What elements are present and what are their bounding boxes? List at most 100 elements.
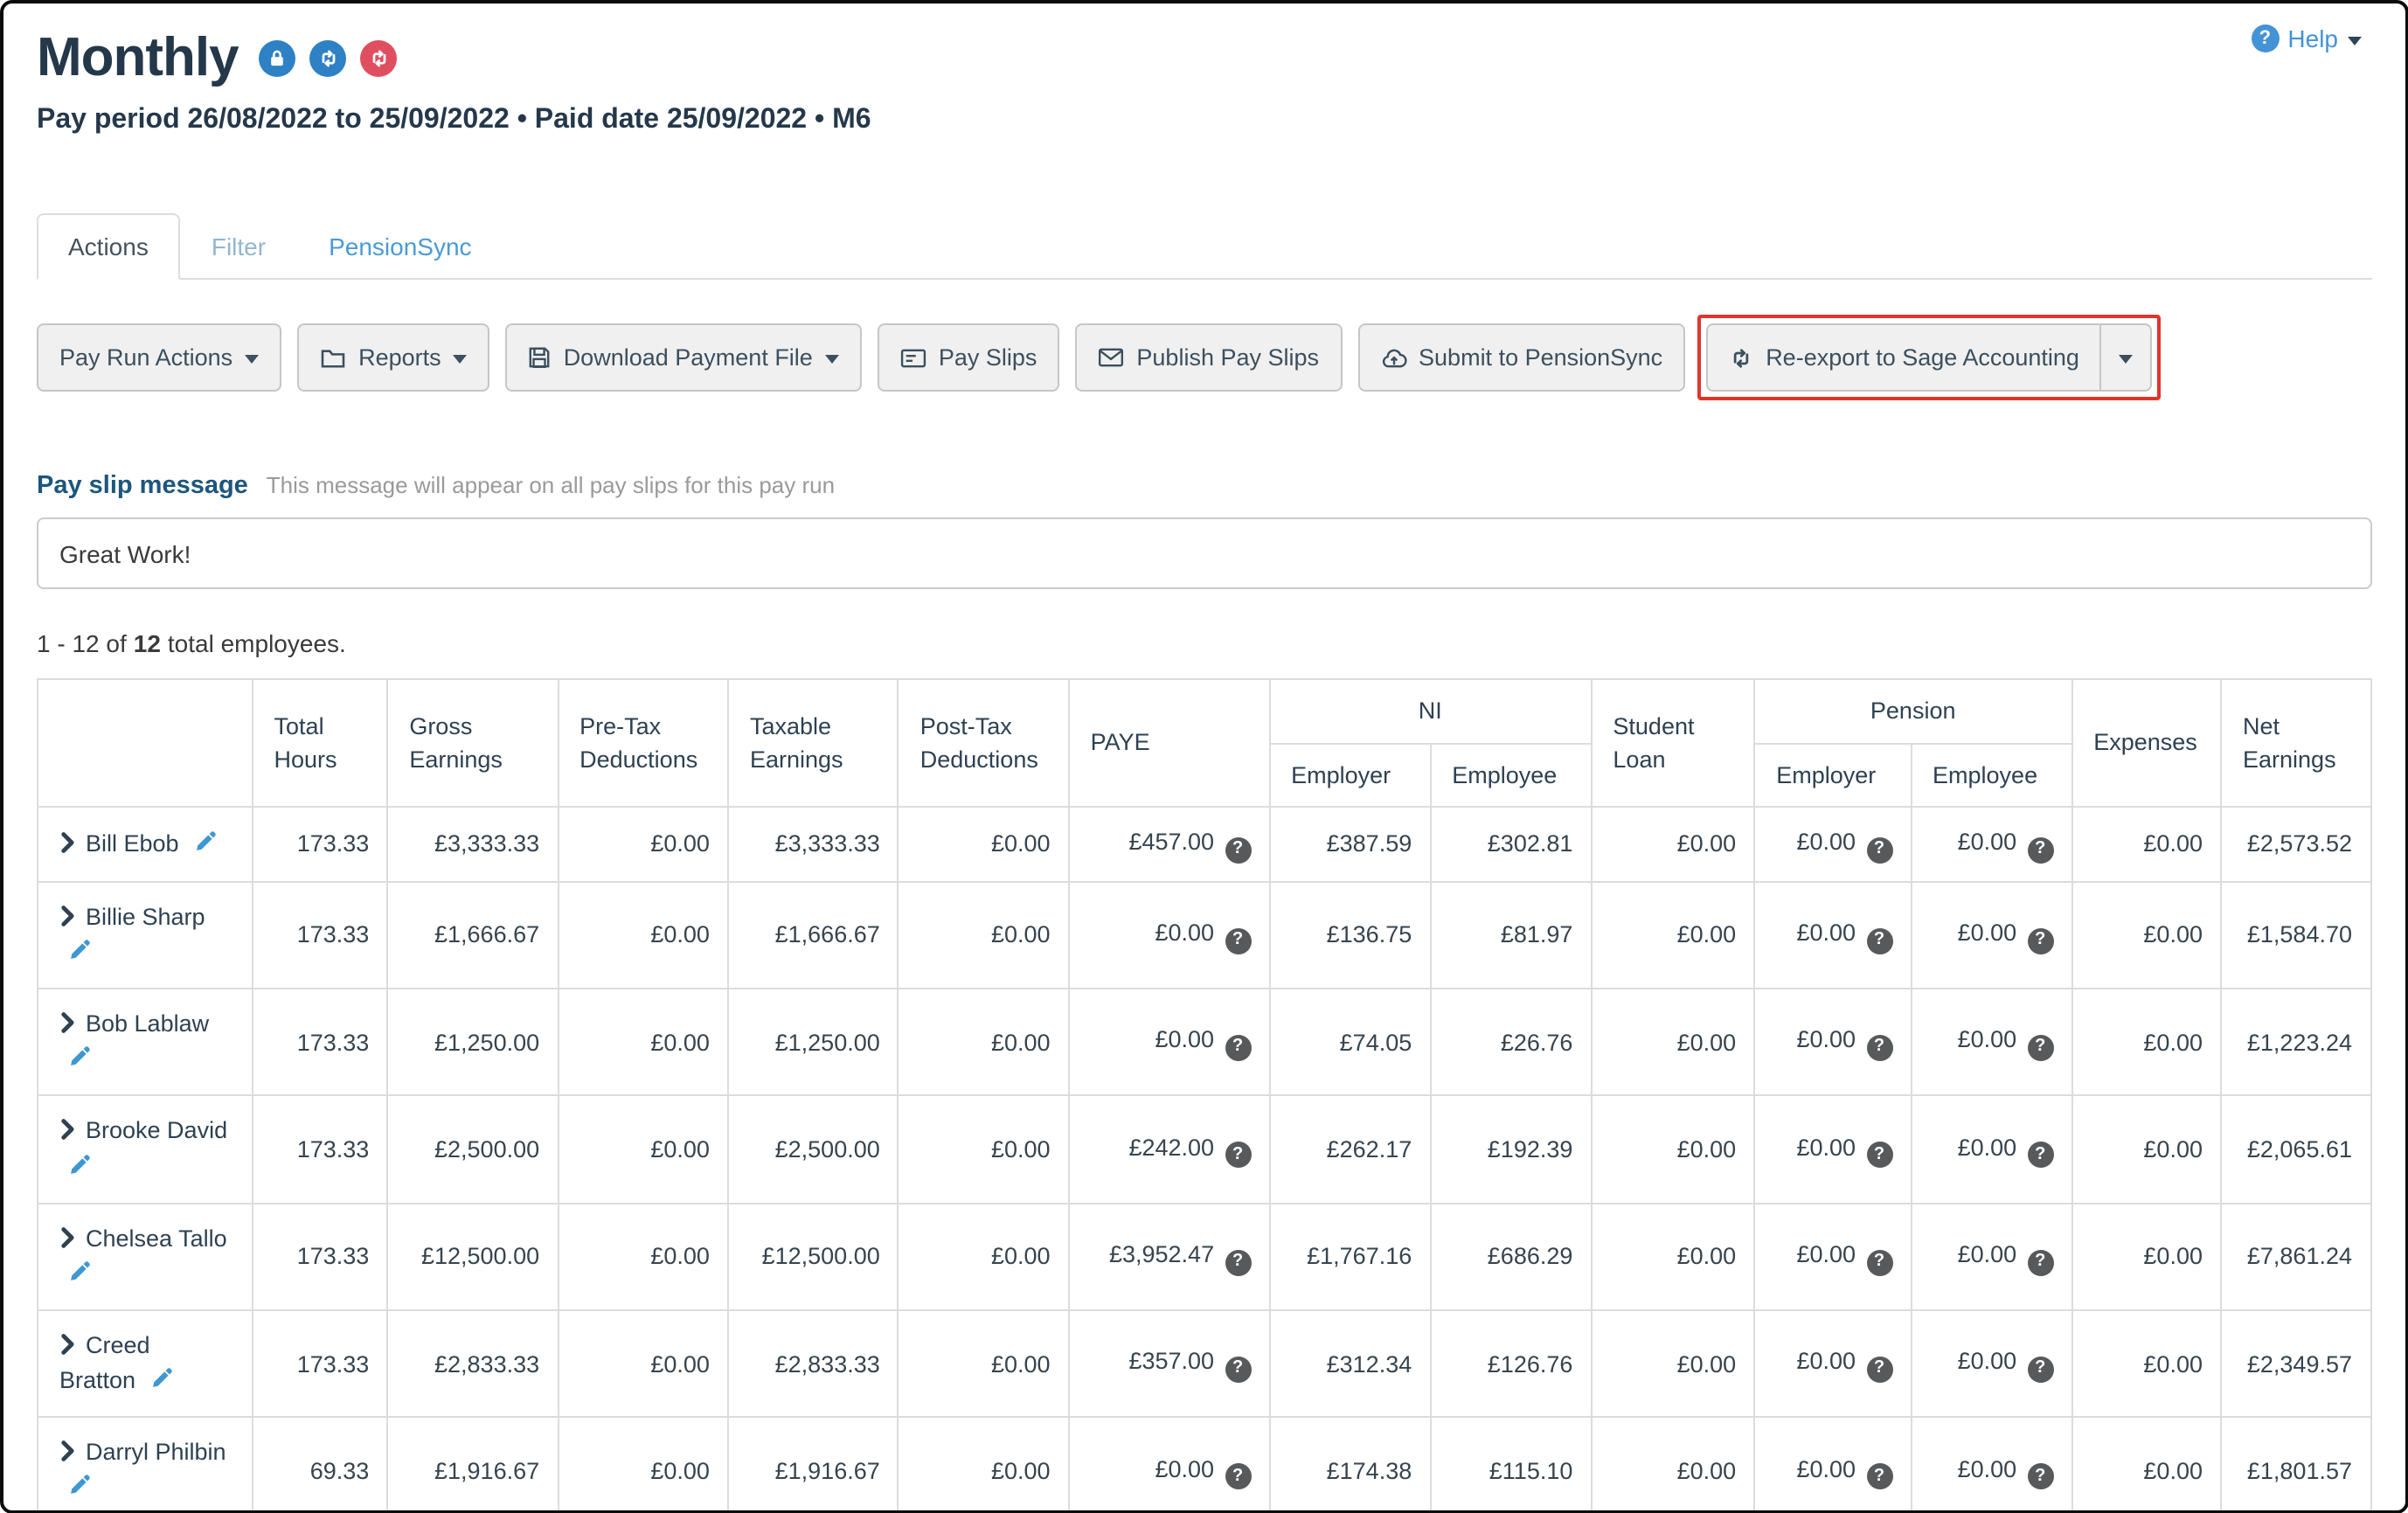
- employee-name-cell: Brooke David: [38, 1096, 253, 1204]
- chevron-down-icon: [245, 355, 259, 364]
- employee-name-cell: Bob Lablaw: [38, 989, 253, 1096]
- cell-value: £1,767.16: [1307, 1243, 1412, 1269]
- cell-pension-employer: £0.00?: [1754, 807, 1911, 881]
- edit-pencil-icon[interactable]: [194, 829, 217, 862]
- tooltip-question-icon[interactable]: ?: [1225, 1357, 1251, 1383]
- tooltip-question-icon[interactable]: ?: [1225, 1142, 1251, 1169]
- employee-name[interactable]: Billie Sharp: [86, 903, 205, 929]
- cell-ni-employee: £686.29: [1430, 1203, 1591, 1310]
- tooltip-question-icon[interactable]: ?: [1225, 1035, 1251, 1061]
- cell-pension-employee: £0.00?: [1911, 881, 2071, 989]
- cell-pension-employer: £0.00?: [1754, 1418, 1911, 1513]
- cell-value: £0.00: [1796, 1241, 1856, 1267]
- edit-pencil-icon[interactable]: [68, 937, 91, 970]
- cell-student-loan: £0.00: [1591, 989, 1754, 1096]
- expand-chevron-icon[interactable]: [59, 829, 75, 862]
- expand-chevron-icon[interactable]: [59, 901, 75, 934]
- tooltip-question-icon[interactable]: ?: [2027, 927, 2053, 954]
- expand-chevron-icon[interactable]: [59, 1438, 75, 1471]
- cell-expenses: £0.00: [2071, 989, 2221, 1096]
- tooltip-question-icon[interactable]: ?: [1866, 1142, 1892, 1169]
- publish-pay-slips-button[interactable]: Publish Pay Slips: [1075, 323, 1342, 392]
- expand-chevron-icon[interactable]: [59, 1330, 75, 1364]
- cell-value: £387.59: [1327, 831, 1412, 857]
- col-header-post-tax-deductions: Post-Tax Deductions: [899, 679, 1069, 807]
- cell-pension-employee: £0.00?: [1911, 1310, 2071, 1418]
- tooltip-question-icon[interactable]: ?: [1866, 1249, 1892, 1275]
- edit-pencil-icon[interactable]: [68, 1259, 91, 1292]
- cell-value: £0.00: [1677, 1458, 1737, 1484]
- tooltip-question-icon[interactable]: ?: [1866, 927, 1892, 954]
- pay-slips-button[interactable]: Pay Slips: [878, 323, 1060, 392]
- reexport-sage-label: Re-export to Sage Accounting: [1766, 344, 2079, 371]
- chevron-down-icon: [2347, 36, 2361, 45]
- expand-chevron-icon[interactable]: [59, 1223, 75, 1256]
- tooltip-question-icon[interactable]: ?: [2027, 1357, 2053, 1383]
- cell-student-loan: £0.00: [1591, 881, 1754, 989]
- tooltip-question-icon[interactable]: ?: [2027, 1463, 2053, 1489]
- cell-ni-employee: £126.76: [1430, 1310, 1591, 1418]
- cell-taxable-earnings: £1,250.00: [728, 989, 899, 1096]
- cell-value: £0.00: [991, 831, 1051, 857]
- employee-name[interactable]: Darryl Philbin: [86, 1440, 226, 1466]
- edit-pencil-icon[interactable]: [68, 1473, 91, 1506]
- reexport-status-icon: [361, 39, 398, 76]
- cell-pre-tax-deductions: £0.00: [558, 989, 728, 1096]
- tooltip-question-icon[interactable]: ?: [1866, 1463, 1892, 1489]
- pay-run-actions-button[interactable]: Pay Run Actions: [37, 323, 281, 392]
- edit-pencil-icon[interactable]: [68, 1044, 91, 1077]
- cell-post-tax-deductions: £0.00: [899, 1310, 1069, 1418]
- expand-chevron-icon[interactable]: [59, 1116, 75, 1149]
- col-header-pre-tax-deductions: Pre-Tax Deductions: [558, 679, 728, 807]
- tooltip-question-icon[interactable]: ?: [1225, 836, 1251, 863]
- cell-value: £1,223.24: [2247, 1029, 2352, 1055]
- cell-pension-employee: £0.00?: [1911, 1203, 2071, 1310]
- cell-pension-employer: £0.00?: [1754, 881, 1911, 989]
- tab-filter[interactable]: Filter: [180, 213, 297, 280]
- download-payment-file-button[interactable]: Download Payment File: [506, 323, 862, 392]
- tooltip-question-icon[interactable]: ?: [1225, 1249, 1251, 1275]
- cell-paye: £3,952.47?: [1069, 1203, 1270, 1310]
- payslip-message-input[interactable]: [37, 517, 2371, 589]
- tooltip-question-icon[interactable]: ?: [2027, 1249, 2053, 1275]
- cell-value: £1,916.67: [775, 1458, 880, 1484]
- employee-row: Chelsea Tallo 173.33£12,500.00£0.00£12,5…: [38, 1203, 2370, 1310]
- cell-value: £0.00: [1677, 831, 1737, 857]
- tooltip-question-icon[interactable]: ?: [1866, 1357, 1892, 1383]
- cell-value: £0.00: [1677, 1136, 1737, 1163]
- tab-pensionsync[interactable]: PensionSync: [297, 213, 503, 280]
- edit-pencil-icon[interactable]: [68, 1151, 91, 1184]
- submit-to-pensionsync-button[interactable]: Submit to PensionSync: [1357, 323, 1685, 392]
- tooltip-question-icon[interactable]: ?: [2027, 1142, 2053, 1169]
- summary-suffix: total employees.: [168, 629, 346, 657]
- cell-ni-employer: £1,767.16: [1269, 1203, 1430, 1310]
- help-menu[interactable]: ? Help: [2251, 24, 2361, 52]
- cell-value: £0.00: [2143, 1029, 2203, 1055]
- tooltip-question-icon[interactable]: ?: [1225, 1463, 1251, 1489]
- tab-actions[interactable]: Actions: [37, 213, 180, 280]
- reexport-sage-dropdown-button[interactable]: [2100, 323, 2153, 392]
- employee-name[interactable]: Brooke David: [86, 1118, 227, 1144]
- employee-name[interactable]: Chelsea Tallo: [86, 1225, 227, 1251]
- cell-post-tax-deductions: £0.00: [899, 989, 1069, 1096]
- edit-pencil-icon[interactable]: [151, 1365, 174, 1398]
- tooltip-question-icon[interactable]: ?: [1866, 1035, 1892, 1061]
- reports-button[interactable]: Reports: [297, 323, 490, 392]
- expand-chevron-icon[interactable]: [59, 1009, 75, 1042]
- employee-name[interactable]: Bill Ebob: [86, 830, 179, 857]
- tooltip-question-icon[interactable]: ?: [2027, 836, 2053, 863]
- employee-row: Billie Sharp 173.33£1,666.67£0.00£1,666.…: [38, 881, 2370, 989]
- tooltip-question-icon[interactable]: ?: [1866, 836, 1892, 863]
- col-header-pension-employee: Employee: [1911, 743, 2071, 807]
- employee-name-cell: Bill Ebob: [38, 807, 253, 881]
- employee-table-body: Bill Ebob 173.33£3,333.33£0.00£3,333.33£…: [38, 807, 2370, 1513]
- cell-value: £0.00: [650, 1136, 710, 1163]
- cell-value: £0.00: [1796, 1134, 1856, 1160]
- summary-prefix: 1 - 12 of: [37, 629, 127, 657]
- tooltip-question-icon[interactable]: ?: [1225, 927, 1251, 954]
- employee-name[interactable]: Bob Lablaw: [86, 1010, 209, 1037]
- cell-value: £3,333.33: [434, 831, 539, 857]
- cell-pre-tax-deductions: £0.00: [558, 1418, 728, 1513]
- tooltip-question-icon[interactable]: ?: [2027, 1035, 2053, 1061]
- reexport-sage-button[interactable]: Re-export to Sage Accounting: [1706, 323, 2102, 392]
